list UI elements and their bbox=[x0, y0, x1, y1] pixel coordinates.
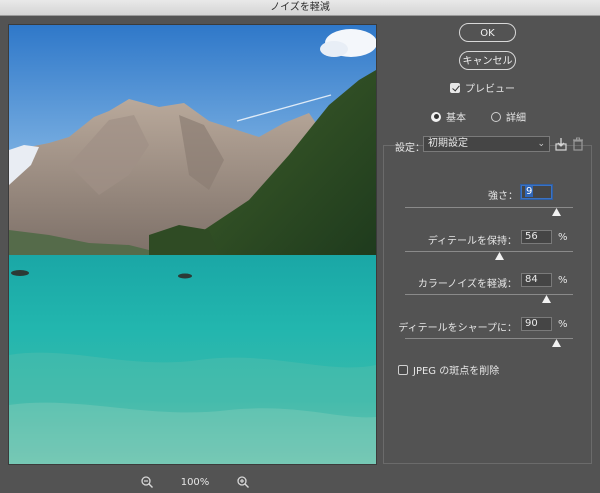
sharpen-details-slider-track[interactable] bbox=[405, 338, 573, 339]
jpeg-artifact-label: JPEG の斑点を削除 bbox=[413, 366, 500, 377]
window-title: ノイズを軽減 bbox=[270, 2, 330, 13]
settings-dropdown[interactable]: 初期設定 ⌄ bbox=[423, 136, 550, 152]
mode-basic-option[interactable]: 基本 bbox=[431, 109, 466, 124]
sharpen-details-input[interactable]: 90 bbox=[521, 317, 552, 331]
strength-value: 9 bbox=[525, 186, 534, 197]
save-preset-icon[interactable] bbox=[555, 137, 567, 151]
preserve-details-label: ディテールを保持： bbox=[427, 236, 517, 247]
lake-mountain-photo bbox=[9, 25, 376, 464]
strength-input[interactable]: 9 bbox=[521, 185, 552, 199]
sharpen-details-slider-thumb[interactable] bbox=[552, 339, 561, 347]
reduce-color-noise-input[interactable]: 84 bbox=[521, 273, 552, 287]
zoom-level: 100% bbox=[180, 476, 210, 488]
reduce-color-noise-label: カラーノイズを軽減： bbox=[417, 279, 517, 290]
mode-advanced-option[interactable]: 詳細 bbox=[491, 109, 526, 124]
chevron-down-icon: ⌄ bbox=[537, 139, 545, 149]
jpeg-artifact-toggle[interactable]: JPEG の斑点を削除 bbox=[398, 362, 499, 377]
preserve-details-slider-thumb[interactable] bbox=[495, 252, 504, 260]
strength-slider-track[interactable] bbox=[405, 207, 573, 208]
reduce-color-noise-value: 84 bbox=[525, 274, 538, 285]
cancel-button[interactable]: キャンセル bbox=[459, 51, 516, 70]
settings-value: 初期設定 bbox=[428, 138, 468, 149]
image-preview[interactable] bbox=[8, 24, 377, 465]
ok-button[interactable]: OK bbox=[459, 23, 516, 42]
preserve-details-value: 56 bbox=[525, 231, 538, 242]
strength-label: 強さ： bbox=[488, 191, 518, 202]
window-title-bar: ノイズを軽減 bbox=[0, 0, 600, 16]
strength-slider-thumb[interactable] bbox=[552, 208, 561, 216]
basic-label: 基本 bbox=[446, 113, 466, 124]
preview-label: プレビュー bbox=[465, 84, 515, 95]
trash-icon[interactable] bbox=[572, 137, 584, 151]
preview-checkbox[interactable] bbox=[450, 82, 460, 93]
sharpen-details-unit: % bbox=[558, 319, 568, 330]
advanced-radio[interactable] bbox=[491, 111, 501, 122]
sharpen-details-value: 90 bbox=[525, 318, 538, 329]
preserve-details-input[interactable]: 56 bbox=[521, 230, 552, 244]
sharpen-details-label: ディテールをシャープに： bbox=[398, 323, 517, 334]
advanced-label: 詳細 bbox=[506, 113, 526, 124]
reduce-color-noise-unit: % bbox=[558, 275, 568, 286]
zoom-out-icon[interactable] bbox=[140, 475, 154, 489]
settings-label: 設定： bbox=[395, 143, 425, 154]
preserve-details-slider-track[interactable] bbox=[405, 251, 573, 252]
jpeg-artifact-checkbox[interactable] bbox=[398, 364, 408, 375]
preview-toggle[interactable]: プレビュー bbox=[450, 80, 515, 95]
zoom-controls: 100% bbox=[140, 475, 250, 489]
reduce-color-noise-slider-thumb[interactable] bbox=[542, 295, 551, 303]
basic-radio[interactable] bbox=[431, 111, 441, 122]
preserve-details-unit: % bbox=[558, 232, 568, 243]
zoom-in-icon[interactable] bbox=[236, 475, 250, 489]
